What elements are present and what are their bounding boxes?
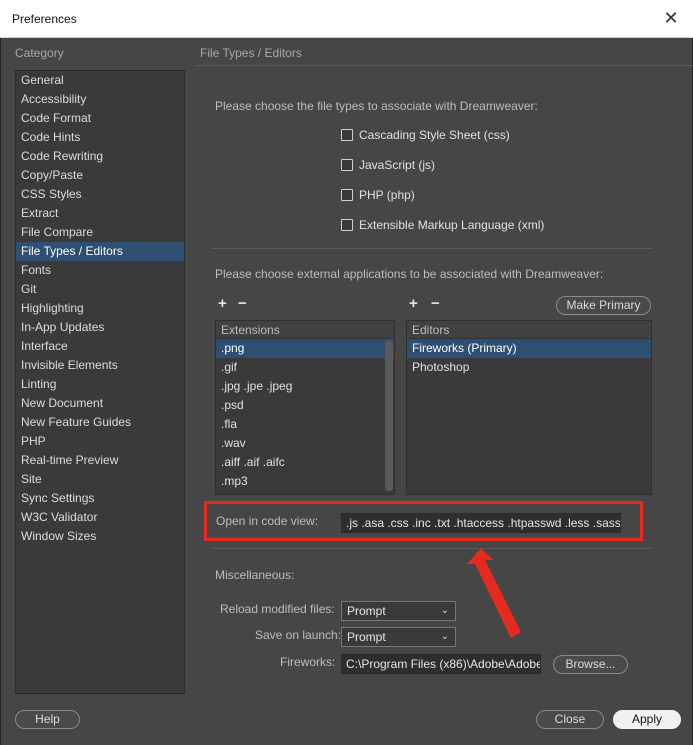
category-item[interactable]: Site — [16, 470, 184, 489]
checkbox-label: JavaScript (js) — [359, 158, 436, 172]
category-item[interactable]: Invisible Elements — [16, 356, 184, 375]
fireworks-label: Fireworks: — [280, 655, 336, 669]
checkbox-label: PHP (php) — [359, 188, 415, 202]
chevron-down-icon: ⌄ — [440, 631, 449, 642]
remove-editor-button[interactable]: − — [431, 295, 440, 312]
extension-row[interactable]: .wav — [216, 434, 394, 453]
category-item[interactable]: Extract — [16, 204, 184, 223]
category-item[interactable]: Real-time Preview — [16, 451, 184, 470]
associate-label: Please choose the file types to associat… — [215, 99, 538, 113]
extension-row[interactable]: .psd — [216, 396, 394, 415]
window-title: Preferences — [12, 12, 77, 26]
panel-title: File Types / Editors — [200, 46, 302, 60]
apply-button[interactable]: Apply — [613, 710, 681, 729]
category-item[interactable]: Sync Settings — [16, 489, 184, 508]
add-extension-button[interactable]: + — [218, 295, 227, 312]
category-item[interactable]: PHP — [16, 432, 184, 451]
extension-row[interactable]: .mp3 — [216, 472, 394, 491]
open-code-input[interactable]: .js .asa .css .inc .txt .htaccess .htpas… — [341, 513, 621, 533]
checkbox-box[interactable] — [341, 219, 353, 231]
category-item[interactable]: Code Format — [16, 109, 184, 128]
extension-row[interactable]: .aiff .aif .aifc — [216, 453, 394, 472]
close-icon[interactable]: ✕ — [657, 7, 685, 31]
checkbox-box[interactable] — [341, 189, 353, 201]
category-item[interactable]: In-App Updates — [16, 318, 184, 337]
title-divider — [195, 65, 693, 66]
editor-row[interactable]: Fireworks (Primary) — [407, 339, 651, 358]
editors-list[interactable]: Editors Fireworks (Primary) Photoshop — [406, 320, 652, 495]
save-select[interactable]: Prompt ⌄ — [341, 627, 456, 647]
category-item[interactable]: Linting — [16, 375, 184, 394]
category-item[interactable]: File Compare — [16, 223, 184, 242]
checkbox-js[interactable]: JavaScript (js) — [341, 158, 435, 172]
add-editor-button[interactable]: + — [409, 295, 418, 312]
fireworks-path-input[interactable]: C:\Program Files (x86)\Adobe\Adobe Firew… — [341, 654, 541, 674]
remove-extension-button[interactable]: − — [238, 295, 247, 312]
category-item[interactable]: Accessibility — [16, 90, 184, 109]
category-item[interactable]: Copy/Paste — [16, 166, 184, 185]
chevron-down-icon: ⌄ — [440, 605, 449, 616]
category-item[interactable]: New Feature Guides — [16, 413, 184, 432]
arrow-shape — [467, 548, 521, 638]
save-label: Save on launch: — [255, 628, 342, 642]
extensions-header: Extensions — [216, 321, 394, 339]
extension-row[interactable]: .png — [216, 339, 394, 358]
category-item[interactable]: CSS Styles — [16, 185, 184, 204]
checkbox-box[interactable] — [341, 159, 353, 171]
reload-label: Reload modified files: — [220, 602, 335, 616]
checkbox-css[interactable]: Cascading Style Sheet (css) — [341, 128, 510, 142]
editors-header: Editors — [407, 321, 651, 339]
checkbox-label: Extensible Markup Language (xml) — [359, 218, 545, 232]
external-label: Please choose external applications to b… — [215, 267, 604, 281]
category-item[interactable]: Git — [16, 280, 184, 299]
extension-row[interactable]: .gif — [216, 358, 394, 377]
extensions-list[interactable]: Extensions .png .gif .jpg .jpe .jpeg .ps… — [215, 320, 395, 495]
extension-row[interactable]: .jpg .jpe .jpeg — [216, 377, 394, 396]
category-item[interactable]: New Document — [16, 394, 184, 413]
category-label: Category — [15, 46, 64, 60]
category-item[interactable]: Code Rewriting — [16, 147, 184, 166]
category-item[interactable]: Interface — [16, 337, 184, 356]
category-list[interactable]: General Accessibility Code Format Code H… — [15, 70, 185, 694]
extension-row[interactable]: .fla — [216, 415, 394, 434]
category-item[interactable]: General — [16, 71, 184, 90]
category-item[interactable]: W3C Validator — [16, 508, 184, 527]
extensions-scrollbar[interactable] — [385, 341, 393, 491]
category-item-selected[interactable]: File Types / Editors — [16, 242, 184, 261]
editor-row[interactable]: Photoshop — [407, 358, 651, 377]
checkbox-xml[interactable]: Extensible Markup Language (xml) — [341, 218, 544, 232]
category-item[interactable]: Window Sizes — [16, 527, 184, 546]
make-primary-button[interactable]: Make Primary — [556, 296, 651, 315]
category-item[interactable]: Code Hints — [16, 128, 184, 147]
preferences-dialog: Category General Accessibility Code Form… — [0, 38, 693, 745]
checkbox-label: Cascading Style Sheet (css) — [359, 128, 510, 142]
misc-label: Miscellaneous: — [215, 568, 295, 582]
open-code-label: Open in code view: — [216, 514, 319, 528]
close-button[interactable]: Close — [536, 710, 604, 729]
title-bar: Preferences ✕ — [0, 0, 693, 38]
help-button[interactable]: Help — [15, 710, 80, 729]
reload-value: Prompt — [347, 604, 386, 618]
reload-select[interactable]: Prompt ⌄ — [341, 601, 456, 621]
section-divider — [212, 248, 652, 249]
checkbox-php[interactable]: PHP (php) — [341, 188, 415, 202]
checkbox-box[interactable] — [341, 129, 353, 141]
section-divider-2 — [212, 548, 652, 549]
save-value: Prompt — [347, 630, 386, 644]
browse-button[interactable]: Browse... — [553, 655, 628, 674]
category-item[interactable]: Highlighting — [16, 299, 184, 318]
category-item[interactable]: Fonts — [16, 261, 184, 280]
